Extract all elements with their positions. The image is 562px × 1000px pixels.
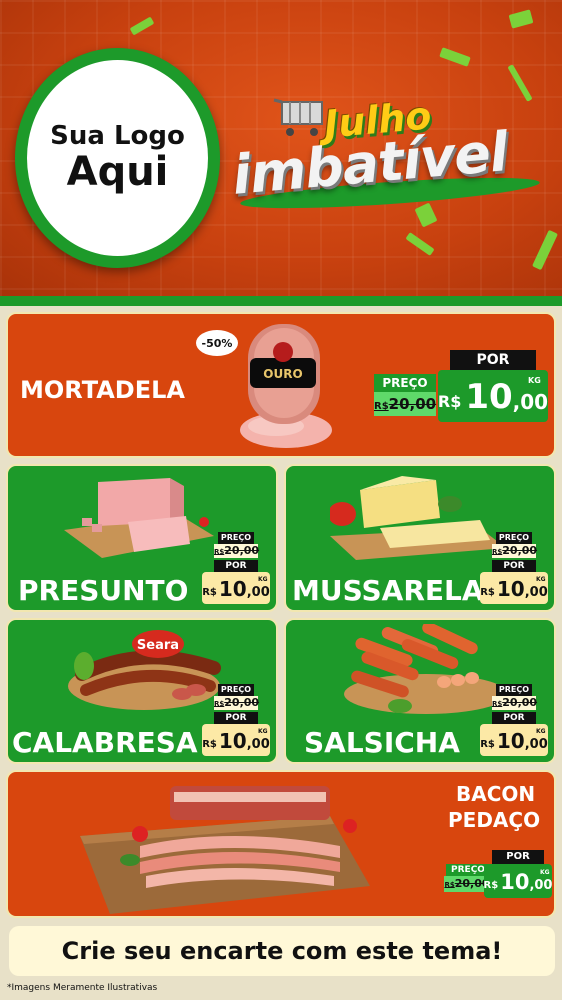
price-decimal: ,00 <box>524 737 548 752</box>
brand-label: OURO <box>263 367 302 381</box>
confetti-shape <box>508 9 534 29</box>
price-decimal: ,00 <box>246 585 270 600</box>
product-name: CALABRESA <box>12 726 198 759</box>
price-integer: 10 <box>218 577 247 601</box>
unit-label: KG <box>258 728 268 735</box>
product-name: MUSSARELA <box>292 574 484 607</box>
product-name: PRESUNTO <box>18 574 189 607</box>
unit-label: KG <box>540 869 550 876</box>
old-price: R$20,00 <box>492 696 538 710</box>
campaign-title: Julho imbatível <box>230 93 554 215</box>
unit-label: KG <box>536 576 546 583</box>
price-integer: 10 <box>496 729 525 753</box>
confetti-shape <box>129 16 155 36</box>
old-currency: R$ <box>492 548 503 556</box>
mortadela-image: OURO <box>240 324 332 448</box>
old-price: R$20,00 <box>214 696 260 710</box>
new-currency: R$ <box>480 739 495 750</box>
product-name: MORTADELA <box>20 376 185 404</box>
product-card-bacon: BACON PEDAÇO PREÇO R$20,00 POR R$ 10 ,00… <box>6 770 556 918</box>
preco-label: PREÇO <box>218 532 254 544</box>
product-card-salsicha: SALSICHA PREÇO R$20,00 POR R$ 10 ,00 KG <box>284 618 556 764</box>
new-currency: R$ <box>480 587 495 598</box>
new-currency: R$ <box>202 739 217 750</box>
product-card-presunto: PRESUNTO PREÇO R$20,00 POR R$ 10 ,00 KG <box>6 464 278 612</box>
new-currency: R$ <box>202 587 217 598</box>
salsicha-image <box>344 624 508 714</box>
old-price: R$20,00 <box>214 544 260 558</box>
old-price: R$20,00 <box>374 392 436 416</box>
old-price-value: 20,00 <box>502 544 538 557</box>
mussarela-image <box>330 476 506 560</box>
por-label: POR <box>450 350 536 370</box>
old-price: R$20,00 <box>492 544 538 558</box>
price-integer: 10 <box>500 870 530 894</box>
confetti-shape <box>532 229 558 271</box>
old-currency: R$ <box>214 548 225 556</box>
cta-banner: Crie seu encarte com este tema! <box>9 926 555 976</box>
calabresa-image: Seara <box>68 630 221 710</box>
logo-text-line2: Aqui <box>66 149 169 196</box>
old-price-value: 20,00 <box>224 696 260 709</box>
preco-label: PREÇO <box>374 374 436 392</box>
discount-badge: -50% <box>196 330 238 356</box>
old-currency: R$ <box>444 881 455 889</box>
old-currency: R$ <box>374 401 389 412</box>
header-divider <box>0 296 562 306</box>
por-label: POR <box>492 712 536 724</box>
unit-label: KG <box>258 576 268 583</box>
price-decimal: ,00 <box>524 585 548 600</box>
product-card-calabresa: Seara CALABRESA PREÇO R$20,00 POR R$ 10 … <box>6 618 278 764</box>
price-decimal: ,00 <box>512 390 549 414</box>
presunto-image <box>64 478 214 558</box>
logo-text-line1: Sua Logo <box>50 120 185 151</box>
old-price-value: 20,00 <box>224 544 260 557</box>
product-name: SALSICHA <box>304 726 460 759</box>
logo-circle: Sua Logo Aqui <box>27 60 208 256</box>
new-currency: R$ <box>437 392 462 411</box>
shopping-cart-icon <box>273 98 323 136</box>
footnote: *Imagens Meramente Ilustrativas <box>7 983 158 993</box>
header: Sua Logo Aqui Julho imbatível <box>0 0 562 300</box>
confetti-shape <box>507 64 533 102</box>
preco-label: PREÇO <box>496 532 532 544</box>
por-label: POR <box>214 712 258 724</box>
old-price-value: 20,00 <box>388 395 437 413</box>
por-label: POR <box>214 560 258 572</box>
preco-label: PREÇO <box>218 684 254 696</box>
product-card-mussarela: MUSSARELA PREÇO R$20,00 POR R$ 10 ,00 KG <box>284 464 556 612</box>
confetti-shape <box>405 232 435 256</box>
old-currency: R$ <box>492 700 503 708</box>
preco-label: PREÇO <box>496 684 532 696</box>
product-name-line1: BACON <box>456 782 536 806</box>
old-currency: R$ <box>214 700 225 708</box>
unit-label: KG <box>536 728 546 735</box>
confetti-shape <box>439 47 471 67</box>
new-currency: R$ <box>483 880 499 891</box>
bacon-image <box>80 786 370 914</box>
product-name-line2: PEDAÇO <box>448 808 541 832</box>
logo-placeholder: Sua Logo Aqui <box>15 48 220 268</box>
price-integer: 10 <box>465 377 513 417</box>
price-integer: 10 <box>496 577 525 601</box>
por-label: POR <box>492 850 544 864</box>
discount-badge-text: -50% <box>201 336 233 350</box>
price-decimal: ,00 <box>529 878 553 893</box>
price-integer: 10 <box>218 729 247 753</box>
por-label: POR <box>492 560 536 572</box>
flyer: Sua Logo Aqui Julho imbatível MORTADELA … <box>0 0 562 1000</box>
brand-logo: Seara <box>137 638 179 653</box>
old-price-value: 20,00 <box>502 696 538 709</box>
product-card-mortadela: MORTADELA -50% OURO PREÇO R$20,00 POR R$… <box>6 312 556 458</box>
price-decimal: ,00 <box>246 737 270 752</box>
unit-label: KG <box>528 376 541 385</box>
